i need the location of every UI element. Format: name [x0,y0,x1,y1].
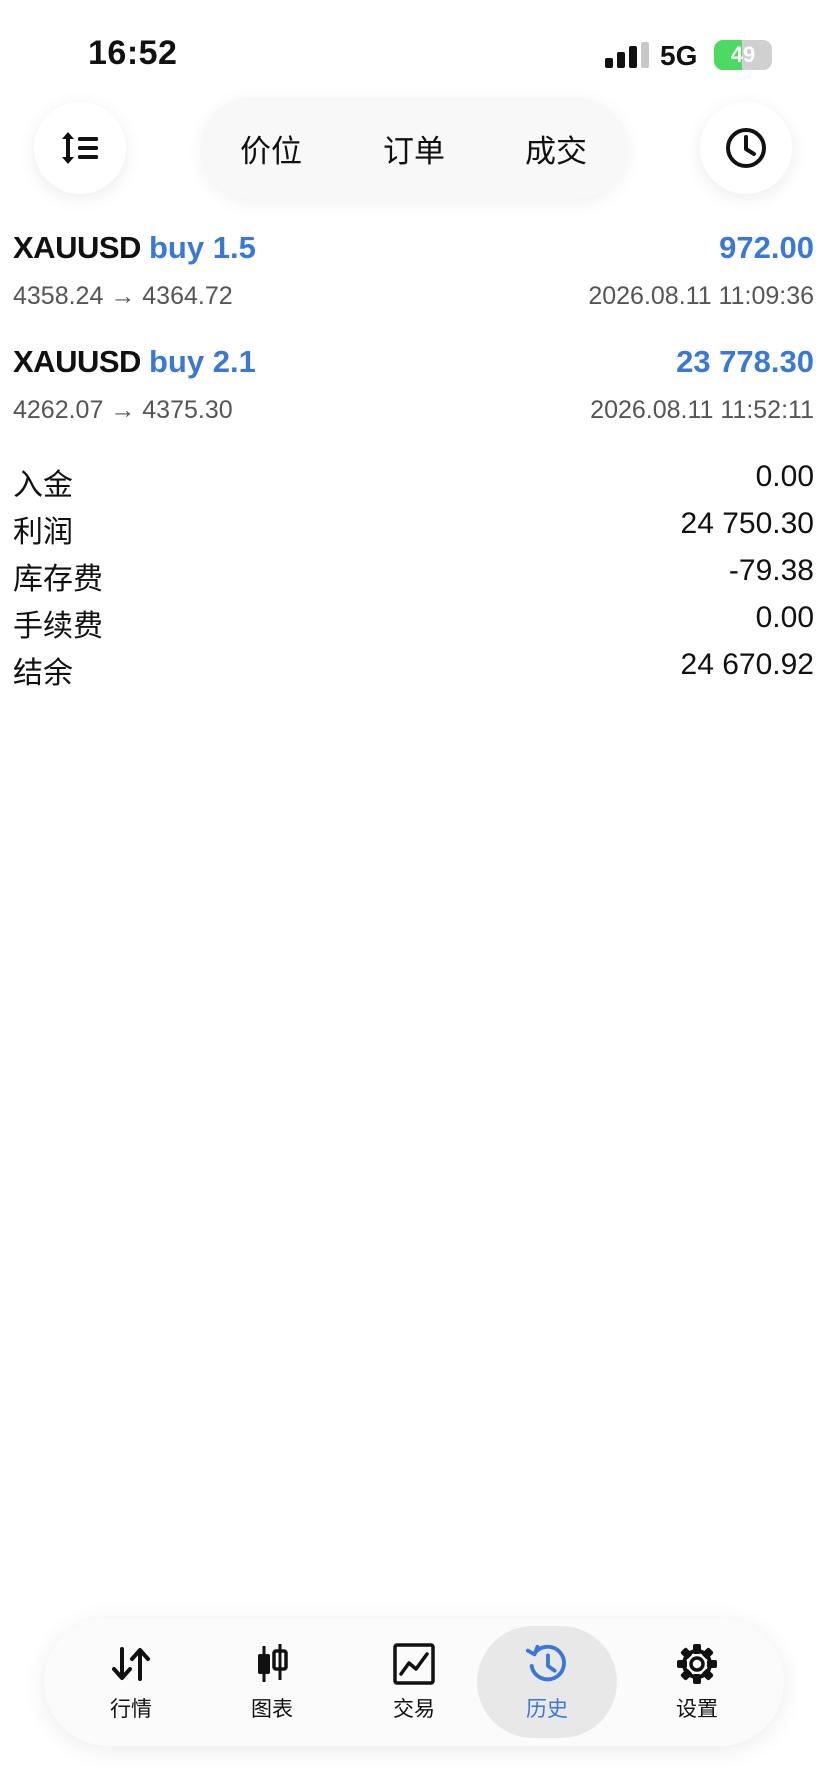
battery-icon: 49 [714,40,772,70]
quotes-arrows-icon [108,1641,154,1687]
segment-label: 成交 [525,133,587,169]
summary-row-balance: 结余 24 670.92 [0,644,828,691]
segment-label: 订单 [383,133,445,169]
tab-label: 行情 [110,1698,152,1721]
segment-orders[interactable]: 订单 [352,105,476,191]
tab-trade[interactable]: 交易 [344,1626,484,1738]
deal-profit: 23 778.30 [676,344,814,379]
deal-symbol: XAUUSD [13,344,141,379]
tab-history[interactable]: 历史 [477,1626,617,1738]
deal-prices: 4262.07 → 4375.30 [13,396,233,424]
bottom-tab-bar: 行情 图表 交易 历史 设置 [44,1618,784,1746]
summary-value: 0.00 [755,601,814,634]
status-bar: 16:52 5G 49 [0,0,828,96]
segment-price[interactable]: 价位 [209,105,333,191]
deal-row[interactable]: XAUUSD buy 1.5 972.00 4358.24 → 4364.72 … [0,222,828,332]
battery-level: 49 [730,42,756,67]
deal-symbol: XAUUSD [13,230,141,265]
deal-prices: 4358.24 → 4364.72 [13,282,233,310]
segment-label: 价位 [240,133,302,169]
deal-row[interactable]: XAUUSD buy 2.1 23 778.30 4262.07 → 4375.… [0,336,828,446]
tab-label: 历史 [526,1698,568,1721]
clock-icon [726,128,766,168]
summary-value: -79.38 [728,554,814,587]
summary-value: 0.00 [755,460,814,493]
summary-row-deposit: 入金 0.00 [0,456,828,503]
time-period-button[interactable] [700,102,792,194]
signal-strength-icon [605,42,649,68]
gear-icon [674,1641,720,1687]
account-summary: 入金 0.00 利润 24 750.30 库存费 -79.38 手续费 0.00… [0,456,828,691]
trade-chart-icon [391,1641,437,1687]
summary-label: 利润 [13,516,73,549]
sort-button[interactable] [34,102,126,194]
history-icon [524,1641,570,1687]
deal-side: buy 1.5 [149,230,256,265]
deal-time: 2026.08.11 11:52:11 [590,396,814,424]
candlestick-icon [249,1641,295,1687]
app-screen: 16:52 5G 49 价位 订单 成交 XAUUSD buy 1.5 972.… [0,0,828,1792]
segment-deals[interactable]: 成交 [494,105,618,191]
summary-row-commission: 手续费 0.00 [0,597,828,644]
summary-label: 结余 [13,657,73,690]
summary-label: 手续费 [13,610,103,643]
network-type: 5G [660,40,698,71]
deal-profit: 972.00 [719,230,814,265]
tab-settings[interactable]: 设置 [627,1626,767,1738]
summary-label: 库存费 [13,563,103,596]
deal-side: buy 2.1 [149,344,256,379]
sort-lines-icon [62,132,98,164]
status-time: 16:52 [88,34,178,72]
tab-label: 设置 [676,1698,718,1721]
summary-row-swap: 库存费 -79.38 [0,550,828,597]
tab-quotes[interactable]: 行情 [61,1626,201,1738]
summary-label: 入金 [13,469,73,502]
tab-label: 交易 [393,1698,435,1721]
tab-charts[interactable]: 图表 [202,1626,342,1738]
summary-value: 24 670.92 [680,648,814,681]
summary-value: 24 750.30 [680,507,814,540]
view-segmented-control: 价位 订单 成交 [201,97,627,199]
deal-time: 2026.08.11 11:09:36 [588,282,814,310]
summary-row-profit: 利润 24 750.30 [0,503,828,550]
tab-label: 图表 [251,1698,293,1721]
